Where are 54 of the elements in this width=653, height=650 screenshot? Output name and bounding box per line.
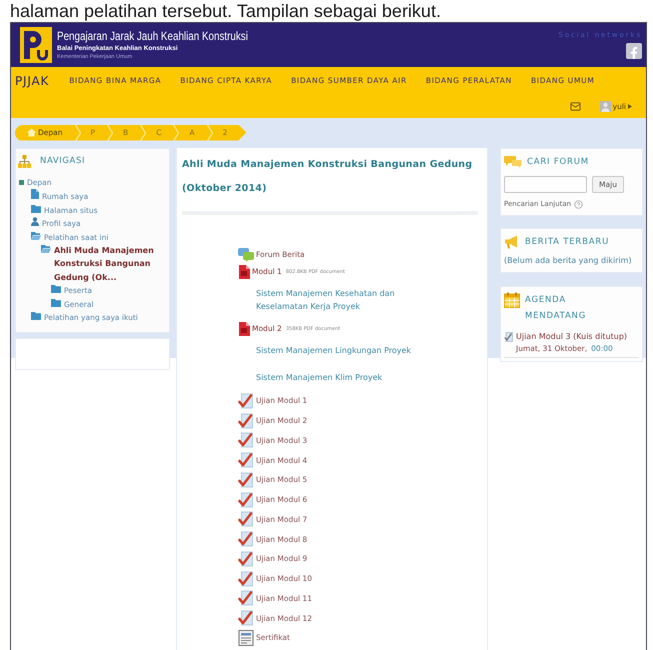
checkmark-paper-icon [504, 332, 513, 342]
block-title: BERITA TERBARU [525, 236, 610, 249]
help-icon[interactable] [574, 200, 584, 208]
site-title: Pengajaran Jarak Jauh Keahlian Konstruksi [57, 30, 248, 43]
megaphone-icon [504, 235, 520, 249]
checkmark-paper-icon [238, 550, 254, 567]
topic-text: Sistem Manajemen Klim Proyek [256, 372, 382, 384]
topic-text: Sistem Manajemen Kesehatan dan Keselamatan Kerja Proyek [256, 288, 396, 313]
chevron-separator-icon [107, 124, 114, 140]
empty-news-text: (Belum ada berita yang dikirim) [504, 255, 633, 266]
nav-tree-link[interactable]: Ahli Muda Manajemen Konstruksi Bangunan Gedung (Ok... [54, 244, 166, 284]
checkmark-paper-icon [238, 511, 254, 528]
sitemap-icon [18, 154, 31, 168]
page-icon [31, 189, 39, 200]
checkmark-paper-icon [238, 392, 254, 409]
checkmark-paper-icon [238, 570, 254, 587]
open-folder-icon [31, 232, 41, 240]
person-icon [31, 217, 39, 226]
checkmark-paper-icon [238, 531, 254, 548]
bullet-icon [19, 180, 24, 185]
checkmark-paper-icon [238, 452, 254, 468]
pdf-file-icon [238, 322, 250, 336]
brand-link[interactable]: PJJAK [15, 74, 50, 88]
caret-icon [628, 104, 632, 109]
chevron-separator-icon [140, 124, 146, 140]
block-title: CARI FORUM [527, 156, 589, 169]
chat-bubbles-icon [504, 155, 522, 168]
certificate-icon [238, 630, 254, 646]
checkmark-paper-icon [238, 472, 254, 488]
course-title: Ahli Muda Manajemen Konstruksi Bangunan Gedung (Oktober 2014) [182, 158, 474, 196]
checkmark-paper-icon [238, 492, 254, 508]
emblem-logo [20, 27, 52, 63]
block-title: AGENDA MENDATANG [525, 294, 588, 323]
event-link[interactable]: Ujian Modul 3 (Kuis ditutup) [516, 331, 628, 343]
folder-icon [31, 204, 41, 213]
checkmark-paper-icon [238, 610, 254, 626]
chevron-separator-icon [206, 124, 213, 140]
checkmark-paper-icon [238, 432, 254, 448]
search-field[interactable] [504, 176, 587, 193]
chevron-separator-icon [74, 124, 80, 140]
topic-text: Sistem Manajemen Lingkungan Proyek [256, 345, 412, 357]
avatar-icon [600, 101, 611, 112]
checkmark-paper-icon [238, 412, 254, 429]
home-icon [27, 128, 36, 137]
chevron-separator-icon [173, 124, 180, 140]
mail-icon[interactable] [570, 101, 581, 112]
pdf-file-icon [238, 264, 250, 278]
checkmark-paper-icon [238, 590, 254, 606]
facebook-icon[interactable] [626, 43, 642, 59]
document-caption: halaman pelatihan tersebut. Tampilan sebagai berikut. [9, 0, 441, 22]
open-folder-icon [41, 245, 51, 254]
speech-bubbles-icon [238, 248, 254, 262]
block-title: NAVIGASI [40, 155, 86, 168]
calendar-icon [504, 292, 520, 308]
